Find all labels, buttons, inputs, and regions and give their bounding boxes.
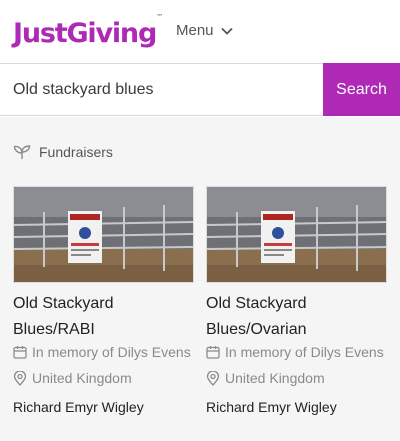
title-line-2[interactable]: Blues/RABI	[13, 317, 191, 343]
fundraiser-photo[interactable]	[13, 186, 194, 283]
chevron-down-icon	[220, 27, 233, 35]
location-text: United Kingdom	[225, 370, 325, 386]
location-pin-icon	[206, 370, 220, 386]
location-row: United Kingdom	[206, 370, 386, 386]
fundraiser-card[interactable]: Old Stackyard Blues/RABI In memory of Di…	[0, 178, 194, 428]
search-bar: Search	[0, 63, 400, 116]
photo-image	[207, 187, 386, 282]
location-pin-icon	[13, 370, 27, 386]
logo-text[interactable]: JustGiving	[13, 18, 157, 49]
memory-row: In memory of Dilys Evens	[13, 344, 193, 360]
fundraiser-title[interactable]: Old Stackyard Blues/RABI	[13, 291, 191, 343]
search-input[interactable]	[0, 64, 323, 115]
memory-row: In memory of Dilys Evens	[206, 344, 386, 360]
location-row: United Kingdom	[13, 370, 193, 386]
location-text: United Kingdom	[32, 370, 132, 386]
fundraiser-photo[interactable]	[206, 186, 387, 283]
fundraiser-owner: Richard Emyr Wigley	[13, 399, 144, 415]
title-line-1[interactable]: Old Stackyard	[206, 291, 384, 317]
fundraiser-card[interactable]: Old Stackyard Blues/Ovarian In memory of…	[200, 178, 394, 428]
logo-trademark: ™	[156, 13, 164, 21]
title-line-2[interactable]: Blues/Ovarian	[206, 317, 384, 343]
sprout-icon	[13, 145, 31, 159]
memory-text: In memory of Dilys Evens	[225, 344, 384, 360]
calendar-icon	[206, 346, 220, 359]
section-label: Fundraisers	[39, 144, 113, 160]
top-header: JustGiving™ Menu	[0, 0, 400, 64]
fundraiser-title[interactable]: Old Stackyard Blues/Ovarian	[206, 291, 384, 343]
calendar-icon	[13, 346, 27, 359]
menu-label[interactable]: Menu	[176, 20, 214, 42]
menu-button[interactable]: Menu	[176, 20, 233, 42]
search-button[interactable]: Search	[323, 63, 400, 116]
memory-text: In memory of Dilys Evens	[32, 344, 191, 360]
title-line-1[interactable]: Old Stackyard	[13, 291, 191, 317]
fundraiser-owner: Richard Emyr Wigley	[206, 399, 337, 415]
section-header-fundraisers: Fundraisers	[13, 144, 113, 160]
justgiving-logo[interactable]: JustGiving™	[13, 12, 163, 52]
photo-image	[14, 187, 193, 282]
